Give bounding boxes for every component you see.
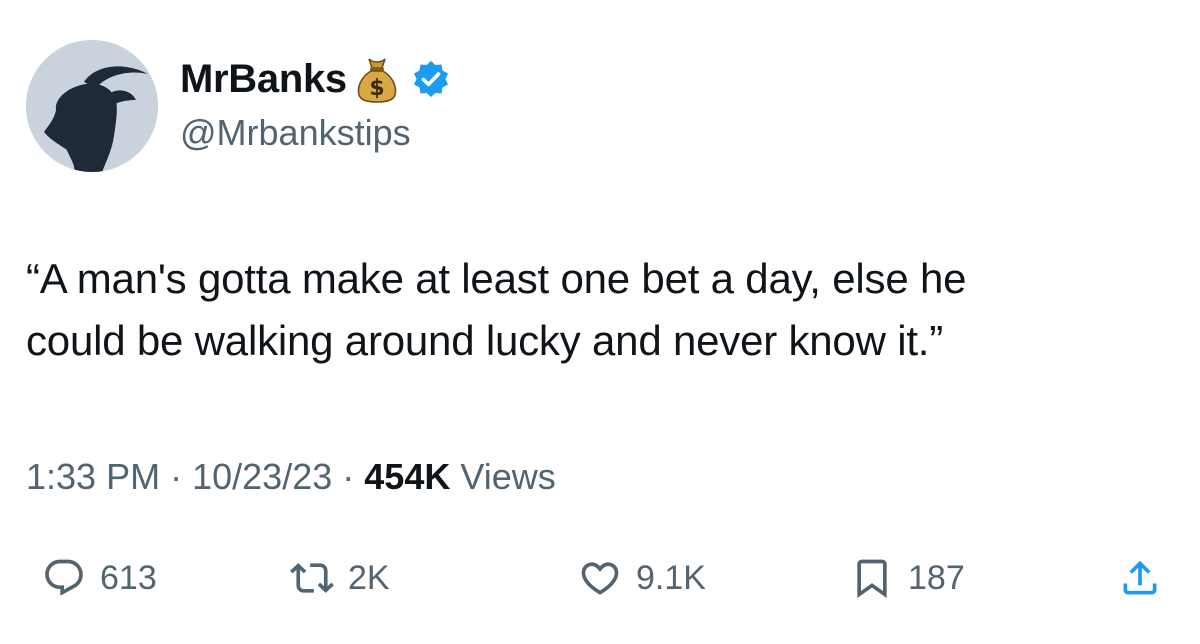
reply-icon bbox=[45, 559, 83, 596]
bookmark-count: 187 bbox=[908, 558, 965, 597]
share-button[interactable] bbox=[1118, 548, 1162, 608]
author-name-row: MrBanks $ bbox=[180, 52, 451, 106]
tweet-text-line: “A man's gotta make at least one bet a d… bbox=[26, 255, 967, 302]
tweet-card: MrBanks $ @Mrbankstips “A man's gotta ma… bbox=[0, 0, 1200, 644]
retweet-count: 2K bbox=[348, 558, 390, 597]
svg-text:$: $ bbox=[369, 76, 384, 101]
views-count[interactable]: 454K bbox=[364, 456, 450, 497]
tweet-text-line: could be walking around lucky and never … bbox=[26, 317, 944, 364]
goat-silhouette-icon bbox=[26, 40, 158, 172]
verified-badge-icon[interactable] bbox=[411, 59, 451, 99]
views-label: Views bbox=[460, 456, 556, 497]
bookmark-icon bbox=[857, 559, 887, 599]
reply-count: 613 bbox=[100, 558, 157, 597]
tweet-meta: 1:33 PM · 10/23/23 · 454K Views bbox=[26, 456, 556, 498]
like-count: 9.1K bbox=[636, 558, 706, 597]
heart-icon bbox=[581, 562, 619, 595]
meta-separator: · bbox=[170, 456, 183, 497]
meta-separator: · bbox=[342, 456, 355, 497]
like-button[interactable]: 9.1K bbox=[578, 548, 706, 608]
money-bag-icon: $ bbox=[355, 55, 399, 103]
avatar[interactable] bbox=[26, 40, 158, 172]
tweet-time[interactable]: 1:33 PM bbox=[26, 456, 160, 497]
author-handle[interactable]: @Mrbankstips bbox=[180, 112, 411, 154]
action-bar: 613 2K 9.1K 187 bbox=[0, 548, 1200, 608]
reply-button[interactable]: 613 bbox=[42, 548, 157, 608]
retweet-button[interactable]: 2K bbox=[290, 548, 390, 608]
retweet-icon bbox=[290, 563, 334, 593]
tweet-date[interactable]: 10/23/23 bbox=[192, 456, 332, 497]
tweet-text: “A man's gotta make at least one bet a d… bbox=[26, 248, 1176, 372]
share-icon bbox=[1123, 560, 1157, 595]
bookmark-button[interactable]: 187 bbox=[850, 548, 965, 608]
display-name[interactable]: MrBanks bbox=[180, 57, 347, 102]
